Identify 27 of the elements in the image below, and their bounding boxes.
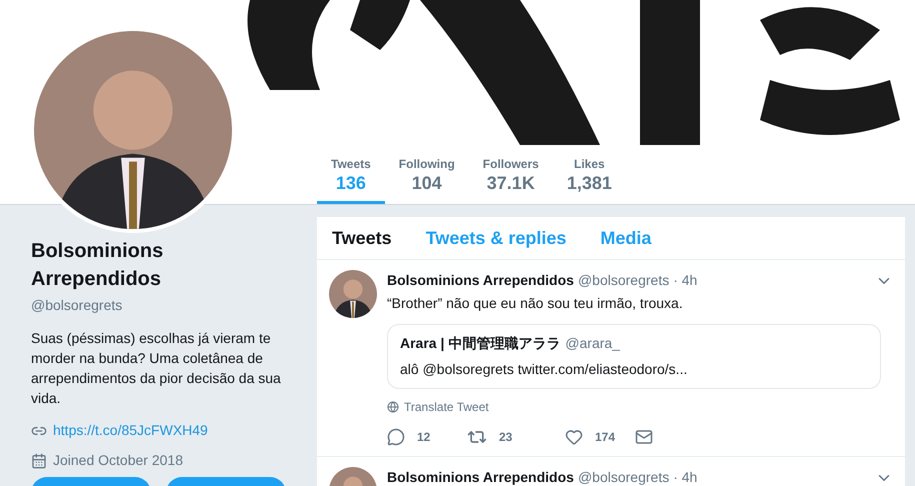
quoted-text: alô @bolsoregrets twitter.com/eliasteodoro/s... — [400, 360, 688, 379]
author-name[interactable]: Bolsominions Arrependidos — [387, 467, 574, 486]
profile-link[interactable]: https://t.co/85JcFWXH49 — [53, 420, 208, 441]
quoted-tweet[interactable]: Arara | 中間管理職アララ @arara_ alô @bolsoregrets twitter.com/eliasteodoro/s... — [387, 324, 881, 389]
stat-tab[interactable]: Likes 1,381 — [552, 145, 626, 204]
timeline-tab[interactable]: Tweets — [332, 224, 392, 252]
author-name[interactable]: Bolsominions Arrependidos — [387, 270, 574, 291]
stat-tab[interactable]: Tweets 136 — [317, 145, 385, 204]
profile-name: Bolsominions Arrependidos — [31, 239, 164, 292]
quoted-author-handle: @arara_ — [565, 334, 620, 353]
tweet-time: · 4h — [673, 271, 698, 290]
tweet-time: · 4h — [673, 468, 698, 486]
tweet-text: “Brother” não que eu não sou teu irmão, trouxa. — [387, 294, 684, 313]
stat-tab[interactable]: Followers 37.1K — [468, 145, 553, 204]
profile-handle: @bolsoregrets — [31, 296, 124, 315]
author-handle: @bolsoregrets — [578, 271, 670, 290]
retweet-count: 23 — [499, 429, 514, 446]
like-count: 174 — [595, 429, 616, 446]
profile-bio: Suas (péssimas) escolhas já vieram te morder na bunda? Uma coletânea de arrependimentos da pior decisão da sua vida. — [31, 329, 282, 408]
translate-link[interactable]: Translate Tweet — [404, 398, 489, 416]
timeline-tab[interactable]: Media — [600, 224, 652, 252]
reply-count: 12 — [417, 429, 432, 446]
joined-date: Joined October 2018 — [53, 451, 183, 470]
stat-tab[interactable]: Following 104 — [384, 145, 469, 204]
author-handle: @bolsoregrets — [578, 468, 670, 486]
timeline-tab[interactable]: Tweets & replies — [426, 224, 566, 252]
quoted-author-name: Arara | 中間管理職アララ — [400, 334, 560, 354]
